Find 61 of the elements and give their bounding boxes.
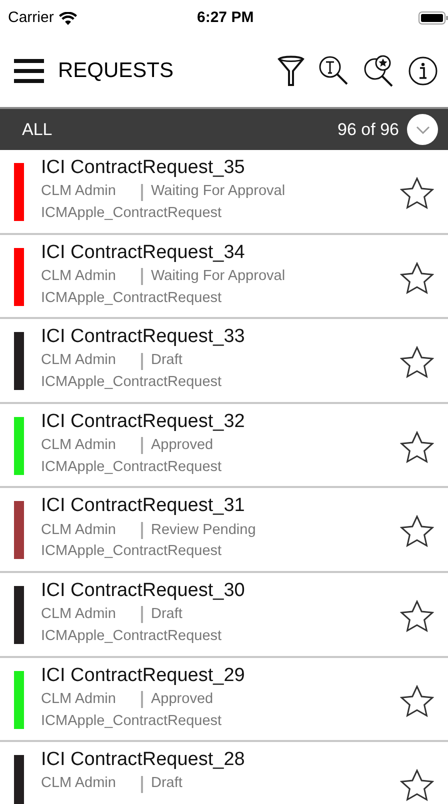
owner-name: CLM Admin: [41, 520, 117, 540]
request-type: ICMApple_ContractRequest: [41, 373, 223, 392]
owner-name: CLM Admin: [41, 266, 117, 286]
filter-icon[interactable]: [277, 55, 305, 87]
status-label: Approved: [151, 436, 214, 455]
clock-time: 6:27 PM: [197, 8, 254, 28]
text-search-icon[interactable]: [318, 55, 350, 87]
menu-button[interactable]: [14, 59, 44, 83]
battery-icon: [418, 11, 448, 25]
status-label: Waiting For Approval: [151, 182, 286, 202]
request-title: ICI ContractRequest_30: [41, 578, 246, 603]
favorite-search-icon[interactable]: [363, 55, 395, 87]
star-icon[interactable]: [400, 177, 434, 210]
owner-name: CLM Admin: [41, 690, 117, 709]
filter-label: ALL: [22, 118, 52, 141]
owner-name: CLM Admin: [41, 605, 117, 624]
chevron-down-icon: [416, 126, 430, 134]
result-count: 96 of 96: [338, 118, 399, 141]
carrier-label: Carrier: [8, 8, 54, 28]
dropdown-button[interactable]: [407, 114, 438, 145]
star-icon[interactable]: [400, 769, 434, 802]
star-icon[interactable]: [400, 684, 434, 718]
request-title: ICI ContractRequest_28: [41, 748, 246, 772]
request-title: ICI ContractRequest_33: [41, 325, 246, 350]
request-type: ICMApple_ContractRequest: [41, 626, 223, 646]
wifi-icon: [58, 12, 77, 24]
status-label: Draft: [151, 351, 182, 370]
request-row[interactable]: ICI ContractRequest_32 CLM Admin Approved ICMApple_ContractRequest: [0, 404, 448, 488]
request-row[interactable]: ICI ContractRequest_29 CLM Admin Approved ICMApple_ContractRequest: [0, 658, 448, 742]
status-label: Waiting For Approval: [151, 266, 286, 286]
request-title: ICI ContractRequest_32: [41, 410, 246, 434]
status-label: Review Pending: [151, 520, 256, 540]
status-label: Draft: [151, 605, 182, 624]
request-type: ICMApple_ContractRequest: [41, 204, 223, 223]
status-label: Draft: [151, 774, 182, 794]
star-icon[interactable]: [400, 346, 434, 380]
request-row[interactable]: ICI ContractRequest_28 CLM Admin Draft: [0, 742, 448, 804]
request-row[interactable]: ICI ContractRequest_35 CLM Admin Waiting For Approval ICMApple_ContractRequest: [0, 150, 448, 235]
star-icon[interactable]: [400, 515, 434, 548]
request-type: ICMApple_ContractRequest: [41, 288, 223, 308]
star-icon[interactable]: [400, 600, 434, 633]
owner-name: CLM Admin: [41, 182, 117, 202]
request-row[interactable]: ICI ContractRequest_31 CLM Admin Review Pending ICMApple_ContractRequest: [0, 488, 448, 573]
request-title: ICI ContractRequest_34: [41, 240, 246, 265]
request-row[interactable]: ICI ContractRequest_30 CLM Admin Draft ICMApple_ContractRequest: [0, 572, 448, 658]
owner-name: CLM Admin: [41, 351, 117, 370]
star-icon[interactable]: [400, 430, 434, 464]
page-title: REQUESTS: [58, 58, 174, 84]
status-label: Approved: [151, 690, 214, 709]
request-title: ICI ContractRequest_35: [41, 156, 246, 180]
request-type: ICMApple_ContractRequest: [41, 458, 223, 477]
owner-name: CLM Admin: [41, 774, 117, 794]
request-title: ICI ContractRequest_29: [41, 664, 246, 688]
request-title: ICI ContractRequest_31: [41, 494, 246, 518]
request-type: ICMApple_ContractRequest: [41, 542, 223, 562]
request-row[interactable]: ICI ContractRequest_34 CLM Admin Waiting For Approval ICMApple_ContractRequest: [0, 234, 448, 320]
owner-name: CLM Admin: [41, 436, 117, 455]
star-icon[interactable]: [400, 262, 434, 295]
request-row[interactable]: ICI ContractRequest_33 CLM Admin Draft ICMApple_ContractRequest: [0, 319, 448, 404]
request-type: ICMApple_ContractRequest: [41, 712, 223, 731]
info-icon[interactable]: [408, 56, 438, 86]
